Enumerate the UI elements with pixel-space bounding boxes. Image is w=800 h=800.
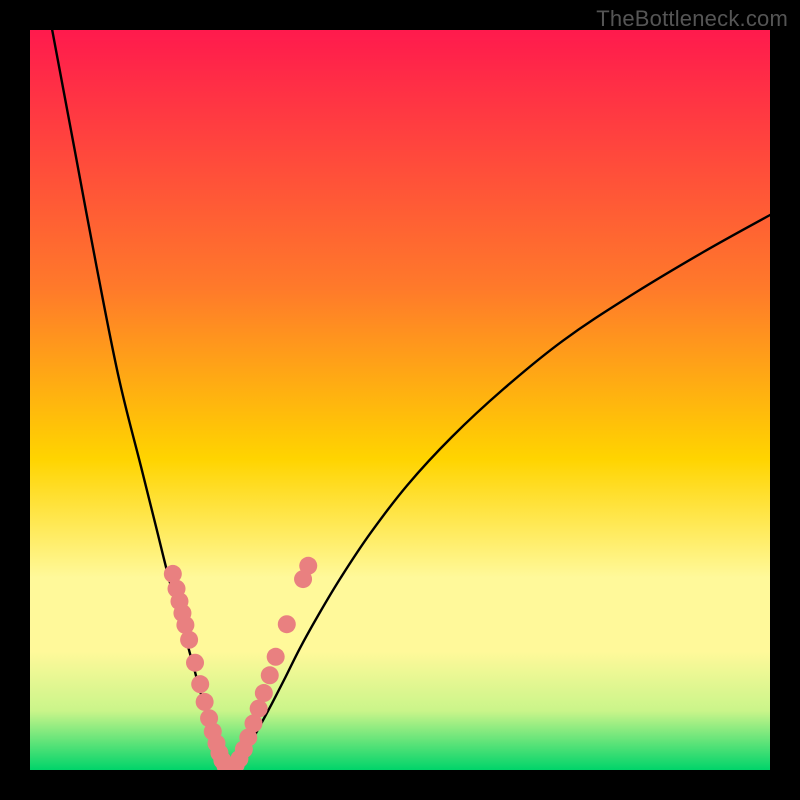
- watermark-text: TheBottleneck.com: [596, 6, 788, 32]
- marker-point: [196, 693, 214, 711]
- marker-point: [186, 654, 204, 672]
- marker-point: [180, 631, 198, 649]
- marker-point: [261, 666, 279, 684]
- marker-point: [250, 700, 268, 718]
- marker-point: [278, 615, 296, 633]
- marker-point: [255, 684, 273, 702]
- marker-point: [191, 675, 209, 693]
- chart-container: TheBottleneck.com: [0, 0, 800, 800]
- chart-svg: [30, 30, 770, 770]
- marker-point: [267, 648, 285, 666]
- gradient-background: [30, 30, 770, 770]
- plot-area: [30, 30, 770, 770]
- marker-point: [299, 557, 317, 575]
